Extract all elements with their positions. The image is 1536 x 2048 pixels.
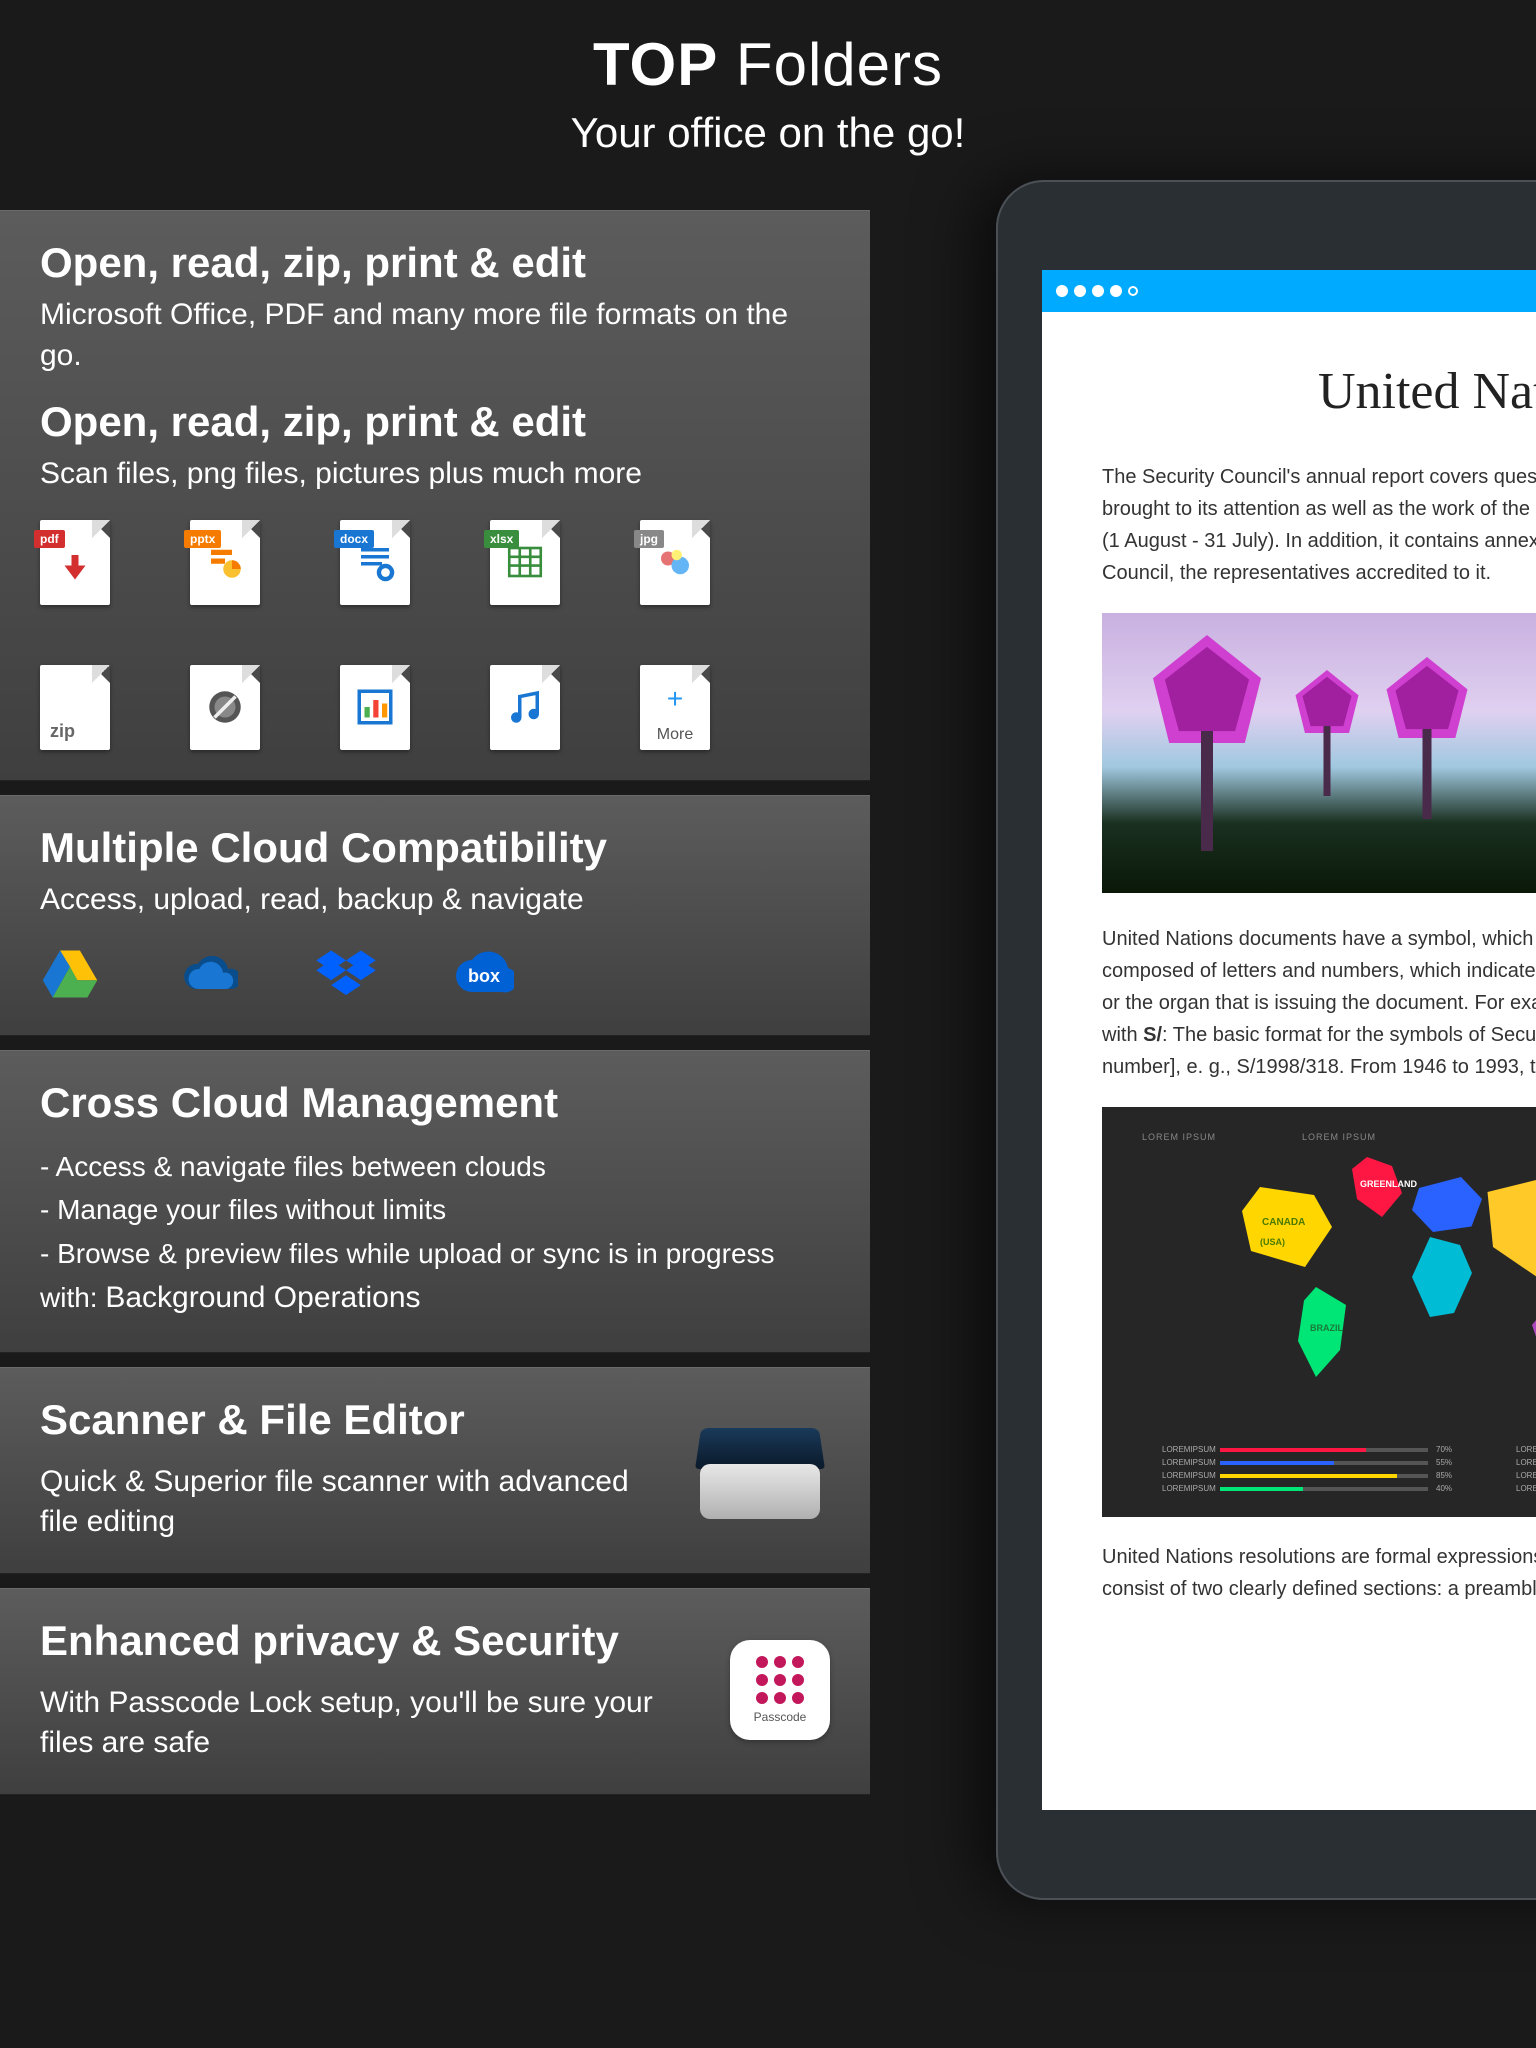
pptx-icon: pptx bbox=[190, 520, 260, 605]
panel-heading: Multiple Cloud Compatibility bbox=[40, 824, 830, 872]
page-dot-icon bbox=[1128, 286, 1138, 296]
docx-icon: docx bbox=[340, 520, 410, 605]
cloud-service-row: box bbox=[40, 948, 830, 1005]
document-image-supertrees bbox=[1102, 613, 1536, 893]
document-title: United Nation bbox=[1102, 362, 1536, 421]
more-icon: +More bbox=[640, 665, 710, 750]
page-dot-icon bbox=[1110, 285, 1122, 297]
panel-heading: Open, read, zip, print & edit bbox=[40, 398, 830, 446]
document-paragraph: The Security Council's annual report cov… bbox=[1102, 461, 1536, 589]
app-subtitle: Your office on the go! bbox=[0, 109, 1536, 157]
panel-heading: Cross Cloud Management bbox=[40, 1079, 830, 1127]
panel-subtext: Microsoft Office, PDF and many more file… bbox=[40, 295, 830, 376]
document-paragraph: United Nations resolutions are formal ex… bbox=[1102, 1541, 1536, 1605]
panel-cross-cloud: Cross Cloud Management - Access & naviga… bbox=[0, 1050, 870, 1353]
scanner-icon bbox=[690, 1409, 830, 1529]
page-dot-icon bbox=[1092, 285, 1104, 297]
panel-file-formats: Open, read, zip, print & edit Microsoft … bbox=[0, 210, 870, 781]
map-region-au bbox=[1532, 1307, 1536, 1347]
xlsx-icon: xlsx bbox=[490, 520, 560, 605]
header: TOP Folders Your office on the go! bbox=[0, 0, 1536, 197]
file-icon-grid: pdf pptx docx xlsx jpg zip +More bbox=[40, 520, 830, 750]
panel-subtext: Access, upload, read, backup & navigate bbox=[40, 880, 830, 921]
document-topbar bbox=[1042, 270, 1536, 312]
map-bar-legend: LOREMIPSUM70% LOREMIPSUM55% LOREMIPSUM85… bbox=[1162, 1445, 1536, 1497]
panel-heading: Scanner & File Editor bbox=[40, 1396, 650, 1444]
app-title: TOP Folders bbox=[0, 30, 1536, 99]
tablet-mockup: United Nation The Security Council's ann… bbox=[996, 180, 1536, 1900]
panel-bullets: - Access & navigate files between clouds… bbox=[40, 1145, 830, 1322]
panel-heading: Open, read, zip, print & edit bbox=[40, 239, 830, 287]
document-content: United Nation The Security Council's ann… bbox=[1042, 312, 1536, 1659]
panel-cloud-compatibility: Multiple Cloud Compatibility Access, upl… bbox=[0, 795, 870, 1037]
panel-subtext: With Passcode Lock setup, you'll be sure… bbox=[40, 1683, 690, 1764]
pdf-icon: pdf bbox=[40, 520, 110, 605]
passcode-icon: Passcode bbox=[730, 1640, 830, 1740]
page-dot-icon bbox=[1056, 285, 1068, 297]
onedrive-icon bbox=[178, 948, 238, 1005]
jpg-icon: jpg bbox=[640, 520, 710, 605]
panel-scanner: Scanner & File Editor Quick & Superior f… bbox=[0, 1367, 870, 1574]
dropbox-icon bbox=[316, 948, 376, 1005]
design-icon bbox=[190, 665, 260, 750]
panel-heading: Enhanced privacy & Security bbox=[40, 1617, 690, 1665]
document-paragraph: United Nations documents have a symbol, … bbox=[1102, 923, 1536, 1083]
box-icon: box bbox=[454, 948, 514, 1005]
zip-icon: zip bbox=[40, 665, 110, 750]
map-region-eu bbox=[1412, 1177, 1482, 1232]
page-dot-icon bbox=[1074, 285, 1086, 297]
chart-icon bbox=[340, 665, 410, 750]
document-image-worldmap: LOREM IPSUM LOREM IPSUM CANADA (USA) GRE… bbox=[1102, 1107, 1536, 1517]
panel-subtext: Quick & Superior file scanner with advan… bbox=[40, 1462, 650, 1543]
google-drive-icon bbox=[40, 948, 100, 1005]
tablet-screen: United Nation The Security Council's ann… bbox=[1042, 270, 1536, 1810]
panel-subtext: Scan files, png files, pictures plus muc… bbox=[40, 454, 830, 495]
feature-list: Open, read, zip, print & edit Microsoft … bbox=[0, 210, 870, 1809]
music-icon bbox=[490, 665, 560, 750]
map-region-as bbox=[1482, 1177, 1536, 1277]
svg-text:box: box bbox=[468, 966, 500, 986]
panel-security: Enhanced privacy & Security With Passcod… bbox=[0, 1588, 870, 1795]
map-region-af bbox=[1412, 1237, 1472, 1317]
